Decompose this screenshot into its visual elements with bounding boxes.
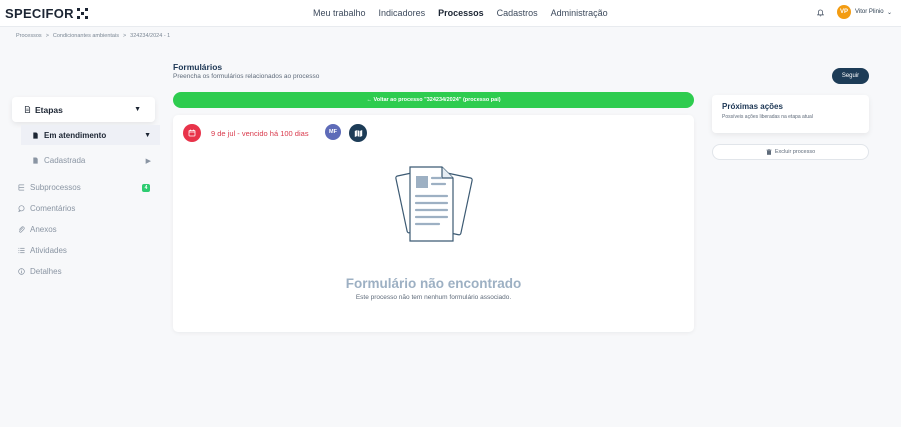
sidebar-etapas[interactable]: Etapas ▼ (12, 97, 155, 122)
sidebar-item-em-atendimento[interactable]: Em atendimento ▼ (21, 125, 160, 145)
sidebar-item-label: Subprocessos (30, 183, 81, 192)
nav-item-cadastros[interactable]: Cadastros (497, 8, 538, 18)
main-nav: Meu trabalho Indicadores Processos Cadas… (313, 8, 608, 18)
sidebar-item-anexos[interactable]: Anexos (18, 225, 57, 234)
sidebar-item-atividades[interactable]: Atividades (18, 246, 67, 255)
sidebar-item-label: Atividades (30, 246, 67, 255)
info-icon (18, 268, 25, 275)
page-title: Formulários (173, 62, 223, 72)
calendar-icon (183, 124, 201, 142)
page-subtitle: Preencha os formulários relacionados ao … (173, 73, 320, 80)
sidebar-item-detalhes[interactable]: Detalhes (18, 267, 62, 276)
logo-dots-icon (76, 8, 88, 19)
comment-icon (18, 205, 25, 212)
delete-process-button[interactable]: Excluir processo (712, 144, 869, 160)
subprocess-icon (18, 184, 25, 191)
document-icon (33, 157, 38, 164)
document-icon (24, 106, 31, 113)
sidebar-etapas-label: Etapas (35, 104, 63, 115)
empty-documents-icon (395, 166, 473, 242)
sidebar-item-label: Anexos (30, 225, 57, 234)
user-name[interactable]: Vitor Plinio (855, 9, 884, 15)
next-actions-card: Próximas ações Possíveis ações liberadas… (712, 95, 869, 133)
breadcrumb-current: 324234/2024 - 1 (130, 33, 171, 39)
next-actions-title: Próximas ações (722, 102, 783, 111)
assignee-avatar[interactable]: MF (325, 124, 341, 140)
sidebar-item-cadastrada[interactable]: Cadastrada ▶ (32, 156, 160, 165)
chevron-right-icon: ▶ (145, 157, 151, 165)
back-to-parent-button[interactable]: ← Voltar ao processo "324234/2024" (proc… (173, 92, 694, 108)
paperclip-icon (19, 226, 25, 233)
sidebar-item-subprocessos[interactable]: Subprocessos (18, 183, 81, 192)
sidebar: Etapas ▼ Em atendimento ▼ Cadastrada ▶ S… (12, 97, 160, 276)
trash-icon (766, 149, 772, 155)
chevron-down-icon[interactable]: ⌄ (887, 9, 892, 16)
map-icon[interactable] (349, 124, 367, 142)
breadcrumb-separator: > (45, 33, 49, 39)
chevron-down-icon: ▼ (134, 106, 141, 113)
breadcrumb: Processos > Condicionantes ambientais > … (16, 33, 170, 39)
empty-state-subtitle: Este processo não tem nenhum formulário … (355, 294, 512, 301)
breadcrumb-processos[interactable]: Processos (16, 33, 42, 39)
sidebar-item-label: Detalhes (30, 267, 62, 276)
follow-button[interactable]: Seguir (832, 68, 869, 84)
nav-item-meu-trabalho[interactable]: Meu trabalho (313, 8, 366, 18)
nav-item-administracao[interactable]: Administração (551, 8, 608, 18)
bell-icon[interactable] (817, 9, 824, 17)
delete-process-label: Excluir processo (774, 149, 816, 155)
list-icon (18, 247, 25, 254)
due-date-text: 9 de jul - vencido há 100 dias (211, 129, 309, 138)
sidebar-item-label: Cadastrada (44, 156, 86, 165)
app-logo[interactable]: SPECIFOR (5, 6, 88, 21)
sidebar-item-label: Comentários (30, 204, 76, 213)
chevron-down-icon: ▼ (144, 131, 151, 139)
forms-card: 9 de jul - vencido há 100 dias MF Formul… (173, 115, 694, 332)
breadcrumb-condicionantes[interactable]: Condicionantes ambientais (53, 33, 119, 39)
nav-item-indicadores[interactable]: Indicadores (379, 8, 426, 18)
empty-state-title: Formulário não encontrado (345, 276, 522, 291)
document-icon (33, 131, 38, 139)
breadcrumb-separator: > (122, 33, 127, 39)
next-actions-subtitle: Possíveis ações liberadas na etapa atual (722, 114, 813, 120)
nav-item-processos[interactable]: Processos (438, 8, 484, 18)
logo-text: SPECIFOR (5, 6, 74, 21)
top-bar: SPECIFOR Meu trabalho Indicadores Proces… (0, 0, 901, 27)
subprocess-count-badge: 4 (142, 184, 150, 192)
user-avatar[interactable]: VP (837, 5, 851, 19)
sidebar-item-comentarios[interactable]: Comentários (18, 204, 75, 213)
sidebar-item-label: Em atendimento (44, 130, 107, 140)
